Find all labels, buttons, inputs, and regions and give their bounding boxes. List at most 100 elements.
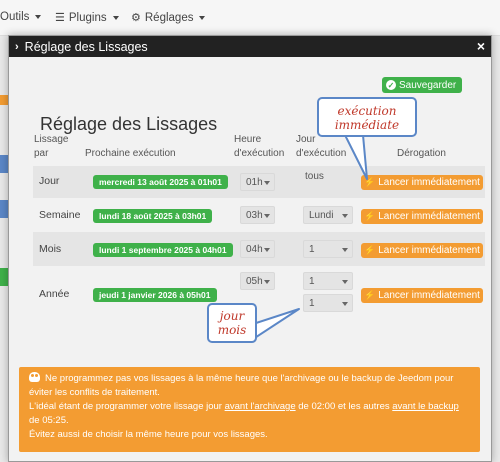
lancer-immediatement-button[interactable]: ⚡ Lancer immédiatement xyxy=(361,209,483,224)
menu-outils-label: Outils xyxy=(0,11,30,23)
modal-title: Réglage des Lissages xyxy=(24,39,148,54)
alert-line2-part2: de 02:00 et les autres xyxy=(295,401,393,412)
next-execution-badge: jeudi 1 janvier 2026 à 05h01 xyxy=(93,288,217,302)
lissage-settings-modal: › Réglage des Lissages × ✓ Sauvegarder R… xyxy=(8,35,492,462)
background-fragment xyxy=(0,95,8,105)
top-nav-bar: Outils ☰ Plugins ⚙ Réglages xyxy=(0,0,500,36)
annotation-jour-mois: jour mois xyxy=(207,303,257,343)
next-execution-badge: lundi 18 août 2025 à 03h01 xyxy=(93,209,213,223)
save-button[interactable]: ✓ Sauvegarder xyxy=(382,77,463,93)
row-label: Mois xyxy=(39,243,62,255)
hour-select[interactable]: 03h xyxy=(240,206,275,224)
menu-plugins-label: Plugins xyxy=(68,11,107,24)
bolt-icon: ⚡ xyxy=(364,245,376,255)
alert-line3: Évitez aussi de choisir la même heure po… xyxy=(29,429,268,440)
chevron-down-icon xyxy=(264,248,270,252)
row-label: Année xyxy=(39,288,70,300)
menu-outils[interactable]: Outils xyxy=(0,11,42,23)
next-execution-badge: mercredi 13 août 2025 à 01h01 xyxy=(93,175,228,189)
warning-alert: Ne programmez pas vos lissages à la même… xyxy=(19,367,480,452)
jeedom-owl-icon xyxy=(29,372,40,382)
header-prochaine: Prochaine exécution xyxy=(85,148,176,159)
header-heure: Heure d'exécution xyxy=(234,133,284,161)
chevron-down-icon xyxy=(35,15,42,19)
day-value: tous xyxy=(305,171,324,182)
day-select-value: 1 xyxy=(309,275,315,287)
chevron-right-icon: › xyxy=(15,40,19,53)
modal-titlebar: › Réglage des Lissages × xyxy=(9,36,491,57)
list-icon: ☰ xyxy=(55,12,65,24)
close-icon[interactable]: × xyxy=(477,38,485,54)
table-row: Jour mercredi 13 août 2025 à 01h01 01h t… xyxy=(33,166,485,198)
annotation-execution-immediate: exécution immédiate xyxy=(317,97,417,137)
lancer-button-label: Lancer immédiatement xyxy=(378,211,480,222)
lancer-button-label: Lancer immédiatement xyxy=(378,245,480,256)
day-select-value: 1 xyxy=(309,243,315,255)
alert-line2-part3: de 05:25. xyxy=(29,415,69,426)
annotation-line2: immédiate xyxy=(334,118,400,132)
header-heure-line1: Heure xyxy=(234,134,262,145)
hour-select-value: 01h xyxy=(246,176,263,188)
chevron-down-icon xyxy=(264,181,270,185)
modal-content: ✓ Sauvegarder Réglage des Lissages Lissa… xyxy=(9,57,491,461)
menu-plugins[interactable]: ☰ Plugins xyxy=(55,11,119,24)
header-lissage: Lissage par xyxy=(34,133,68,161)
alert-line1-text: Ne programmez pas vos lissages à la même… xyxy=(29,373,454,398)
lancer-button-label: Lancer immédiatement xyxy=(378,290,480,301)
chevron-down-icon xyxy=(342,280,348,284)
day-select-value: Lundi xyxy=(309,209,334,221)
alert-line1: Ne programmez pas vos lissages à la même… xyxy=(29,372,470,400)
next-execution-badge: lundi 1 septembre 2025 à 04h01 xyxy=(93,243,233,257)
lancer-button-label: Lancer immédiatement xyxy=(378,177,480,188)
check-circle-icon: ✓ xyxy=(386,80,396,90)
bolt-icon: ⚡ xyxy=(364,211,376,221)
background-fragment xyxy=(0,155,8,173)
day-select[interactable]: 1 xyxy=(303,240,353,258)
alert-line2-part1: L'idéal étant de programmer votre lissag… xyxy=(29,401,225,412)
table-row: Mois lundi 1 septembre 2025 à 04h01 04h … xyxy=(33,232,485,266)
callout-pointer xyxy=(249,308,300,342)
day-select[interactable]: 1 xyxy=(303,272,353,290)
chevron-down-icon xyxy=(199,15,206,20)
hour-select-value: 04h xyxy=(246,243,263,255)
hour-select[interactable]: 01h xyxy=(240,173,275,191)
page-title: Réglage des Lissages xyxy=(40,114,218,134)
lancer-immediatement-button[interactable]: ⚡ Lancer immédiatement xyxy=(361,175,483,190)
row-label: Semaine xyxy=(39,209,81,221)
chevron-down-icon xyxy=(112,15,119,20)
chevron-down-icon xyxy=(342,214,348,218)
menu-reglages-label: Réglages xyxy=(144,11,194,24)
background-fragment xyxy=(0,200,8,218)
table-row: Semaine lundi 18 août 2025 à 03h01 03h L… xyxy=(33,198,485,232)
header-lissage-line2: par xyxy=(34,148,49,159)
chevron-down-icon xyxy=(342,248,348,252)
alert-line2: L'idéal étant de programmer votre lissag… xyxy=(29,400,470,428)
day-select[interactable]: Lundi xyxy=(303,206,353,224)
chevron-down-icon xyxy=(264,214,270,218)
alert-link-backup: avant le backup xyxy=(392,401,459,412)
row-label: Jour xyxy=(39,175,60,187)
lancer-immediatement-button[interactable]: ⚡ Lancer immédiatement xyxy=(361,288,483,303)
callout-pointer xyxy=(344,135,368,180)
hour-select[interactable]: 05h xyxy=(240,272,275,290)
header-lissage-line1: Lissage xyxy=(34,134,69,145)
chevron-down-icon xyxy=(342,302,348,306)
header-heure-line2: d'exécution xyxy=(234,148,285,159)
annotation-line2: mois xyxy=(217,323,247,337)
annotation-line1: jour xyxy=(219,309,245,323)
lancer-immediatement-button[interactable]: ⚡ Lancer immédiatement xyxy=(361,243,483,258)
menu-reglages[interactable]: ⚙ Réglages xyxy=(131,11,206,24)
month-select[interactable]: 1 xyxy=(303,294,353,312)
hour-select-value: 05h xyxy=(246,275,263,287)
header-derogation: Dérogation xyxy=(397,148,446,159)
chevron-down-icon xyxy=(264,280,270,284)
background-fragment xyxy=(0,268,8,286)
annotation-line1: exécution xyxy=(337,104,397,118)
hour-select-value: 03h xyxy=(246,209,263,221)
month-select-value: 1 xyxy=(309,297,315,309)
bolt-icon: ⚡ xyxy=(364,290,376,300)
hour-select[interactable]: 04h xyxy=(240,240,275,258)
gear-icon: ⚙ xyxy=(131,12,141,24)
alert-link-archivage: avant l'archivage xyxy=(224,401,296,412)
save-button-label: Sauvegarder xyxy=(399,79,457,91)
